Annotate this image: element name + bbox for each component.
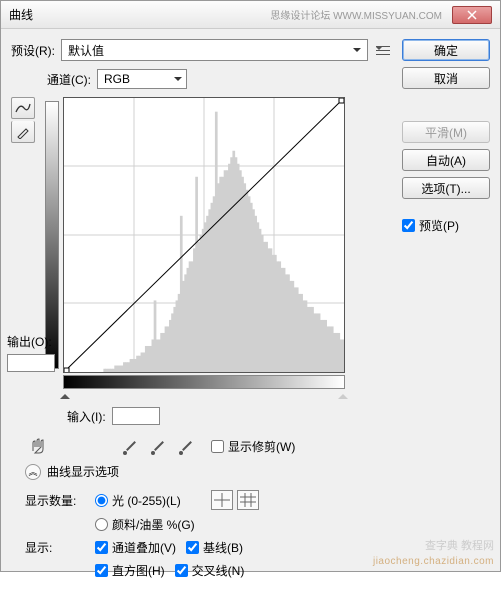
curve-pencil-tool[interactable]: [11, 121, 35, 143]
curve-display-options-label: 曲线显示选项: [47, 463, 119, 480]
curve-icon: [15, 101, 31, 115]
input-gradient: [63, 375, 345, 389]
pencil-icon: [16, 125, 30, 139]
gray-eyedropper[interactable]: [151, 437, 169, 455]
chk-intersection[interactable]: 交叉线(N): [175, 562, 245, 579]
ok-button[interactable]: 确定: [402, 39, 490, 61]
close-icon: [467, 10, 477, 20]
title-bar: 曲线 思缘设计论坛 WWW.MISSYUAN.COM: [1, 1, 500, 29]
preview-checkbox[interactable]: 预览(P): [402, 217, 459, 234]
preset-label: 预设(R):: [11, 42, 55, 59]
black-eyedropper[interactable]: [123, 437, 141, 455]
chk-channel-overlay[interactable]: 通道叠加(V): [95, 539, 176, 556]
preset-dropdown[interactable]: 默认值: [61, 39, 368, 61]
watermark-mid: 查字典 教程网: [425, 537, 494, 553]
watermark-bottom: jiaocheng.chazidian.com: [373, 556, 494, 567]
preset-value: 默认值: [68, 42, 104, 59]
white-eyedropper[interactable]: [179, 437, 197, 455]
smooth-button: 平滑(M): [402, 121, 490, 143]
options-button[interactable]: 选项(T)...: [402, 177, 490, 199]
preset-menu-icon[interactable]: [374, 41, 392, 59]
target-adjust-tool[interactable]: [29, 437, 49, 455]
watermark-text: 思缘设计论坛 WWW.MISSYUAN.COM: [270, 7, 442, 22]
dialog-title: 曲线: [9, 6, 33, 23]
curve-point-tool[interactable]: [11, 97, 35, 119]
grid-fine-button[interactable]: [237, 490, 259, 510]
channel-dropdown[interactable]: RGB: [97, 69, 187, 89]
radio-light[interactable]: 光 (0-255)(L): [95, 492, 181, 509]
show-label: 显示:: [25, 539, 85, 556]
output-value-input[interactable]: [7, 354, 55, 372]
chk-histogram[interactable]: 直方图(H): [95, 562, 165, 579]
input-label: 输入(I):: [67, 408, 106, 425]
output-gradient: [45, 101, 59, 369]
channel-label: 通道(C):: [47, 71, 91, 88]
show-amount-label: 显示数量:: [25, 492, 85, 509]
chk-baseline[interactable]: 基线(B): [186, 539, 243, 556]
channel-value: RGB: [104, 72, 130, 86]
close-button[interactable]: [452, 6, 492, 24]
collapse-options-button[interactable]: ︽: [25, 464, 41, 480]
cancel-button[interactable]: 取消: [402, 67, 490, 89]
input-value-input[interactable]: [112, 407, 160, 425]
radio-pigment[interactable]: 颜料/油墨 %(G): [95, 516, 195, 533]
white-point-slider[interactable]: [338, 389, 348, 399]
curve-graph[interactable]: [63, 97, 345, 373]
auto-button[interactable]: 自动(A): [402, 149, 490, 171]
black-point-slider[interactable]: [60, 389, 70, 399]
show-clipping-checkbox[interactable]: 显示修剪(W): [211, 438, 295, 455]
output-label: 输出(O):: [7, 333, 52, 350]
grid-coarse-button[interactable]: [211, 490, 233, 510]
